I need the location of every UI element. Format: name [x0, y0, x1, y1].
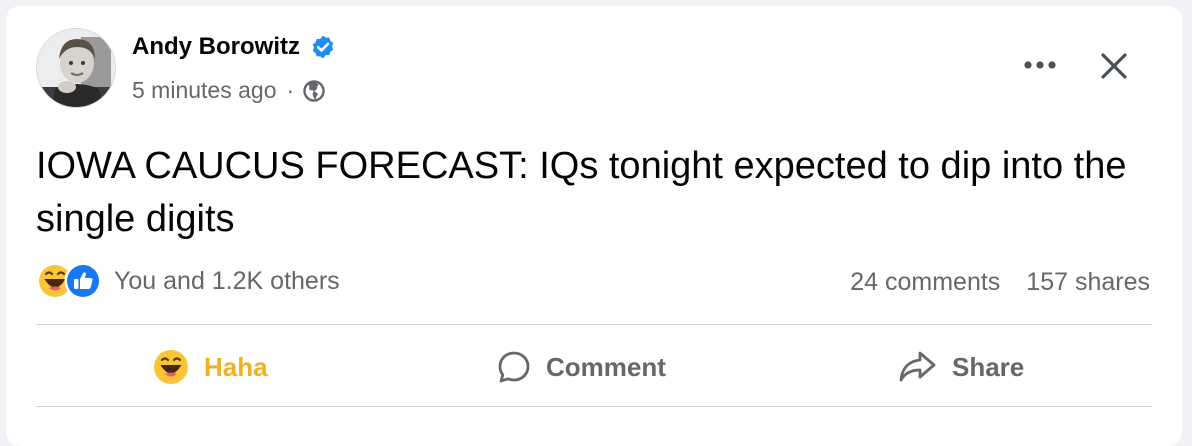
avatar-photo: [37, 29, 115, 107]
post-text: IOWA CAUCUS FORECAST: IQs tonight expect…: [36, 145, 1127, 240]
comments-count[interactable]: 24 comments: [850, 268, 1000, 297]
divider-bottom: [36, 406, 1152, 407]
reaction-summary-text: You and 1.2K others: [114, 266, 340, 295]
like-icon: [64, 262, 102, 300]
author-avatar[interactable]: [36, 28, 116, 108]
author-name[interactable]: Andy Borowitz: [132, 33, 300, 61]
haha-reaction-button[interactable]: Haha: [152, 342, 268, 392]
haha-button-label: Haha: [204, 351, 268, 382]
haha-icon: [154, 350, 188, 384]
reaction-summary[interactable]: You and 1.2K others: [36, 262, 340, 300]
globe-icon[interactable]: [302, 79, 326, 103]
comment-icon: [498, 351, 530, 383]
shares-count[interactable]: 157 shares: [1026, 268, 1150, 297]
share-icon: [899, 351, 936, 382]
meta-separator: ·: [286, 77, 295, 103]
post-meta: 5 minutes ago ·: [132, 77, 326, 104]
comment-button[interactable]: Comment: [496, 342, 666, 392]
more-icon[interactable]: [1018, 50, 1062, 80]
verified-badge-icon: [312, 35, 334, 59]
author-row: Andy Borowitz: [132, 33, 336, 61]
comment-button-label: Comment: [546, 351, 666, 382]
share-button-label: Share: [952, 351, 1025, 382]
share-button[interactable]: Share: [898, 342, 1024, 392]
close-icon[interactable]: [1098, 50, 1130, 82]
engagement-counts: 24 comments 157 shares: [850, 268, 1150, 297]
post-card: Andy Borowitz 5 minutes ago · IOWA CAUCU…: [6, 6, 1182, 446]
divider-top: [36, 324, 1152, 325]
post-timestamp[interactable]: 5 minutes ago: [132, 77, 276, 104]
